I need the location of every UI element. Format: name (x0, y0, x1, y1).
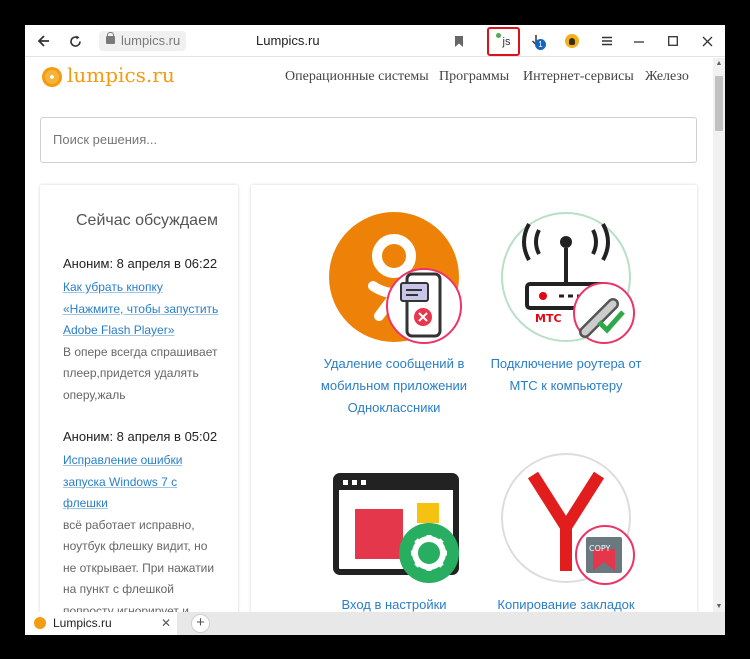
odnoklassniki-phone-icon (329, 212, 462, 344)
mts-label: МТС (535, 312, 562, 325)
comment-article-link[interactable]: Как убрать кнопку «Нажмите, чтобы запуст… (63, 280, 218, 337)
page-title: Lumpics.ru (256, 33, 320, 48)
orange-slice-icon (42, 67, 62, 87)
nav-item-os[interactable]: Операционные системы (285, 69, 429, 85)
close-window-button[interactable] (695, 25, 719, 57)
puzzle-icon (496, 33, 501, 38)
search-input[interactable]: Поиск решения... (40, 117, 697, 163)
reload-button[interactable] (63, 25, 87, 57)
tab-close-icon[interactable]: ✕ (161, 612, 171, 635)
comment-article-link[interactable]: Исправление ошибки запуска Windows 7 с ф… (63, 453, 182, 510)
comment-head: Аноним: 8 апреля в 05:02 (63, 429, 218, 444)
scrollbar-thumb[interactable] (715, 76, 723, 131)
article-caption: Удаление сообщений в мобильном приложени… (320, 356, 468, 415)
article-card[interactable]: Удаление сообщений в мобильном приложени… (304, 212, 484, 419)
address-url: lumpics.ru (121, 33, 181, 48)
yandex-browser-copy-icon: COPY (501, 453, 635, 585)
vertical-scrollbar[interactable]: ▲ ▼ (713, 58, 725, 612)
article-caption: Подключение роутера от МТС к компьютеру (490, 356, 642, 393)
address-bar[interactable]: lumpics.ru (99, 31, 187, 51)
nav-item-internet-services[interactable]: Интернет-сервисы (523, 69, 634, 85)
article-card[interactable]: Вход в настройки (304, 453, 484, 616)
js-extension-label: js (502, 35, 511, 48)
back-button[interactable] (31, 25, 55, 57)
minimize-button[interactable] (627, 25, 651, 57)
owl-extension-icon[interactable] (565, 34, 579, 48)
orange-favicon-icon (34, 617, 46, 629)
back-arrow-icon (37, 35, 49, 47)
site-logo[interactable]: lumpics.ru (67, 63, 175, 87)
bookmark-icon (455, 35, 463, 47)
copy-label: COPY (589, 544, 611, 553)
hamburger-menu-icon (602, 36, 612, 46)
discussion-sidebar: Сейчас обсуждаем Аноним: 8 апреля в 06:2… (40, 185, 238, 635)
nav-item-programs[interactable]: Программы (439, 69, 509, 85)
settings-window-icon (329, 453, 459, 583)
close-icon (702, 36, 712, 46)
maximize-button[interactable] (661, 25, 685, 57)
bookmark-button[interactable] (447, 25, 471, 57)
tab-lumpics[interactable]: Lumpics.ru ✕ (25, 612, 177, 635)
js-extension-button[interactable]: js (487, 27, 520, 56)
browser-window: lumpics.ru Lumpics.ru js 1 lumpics.ru Оп… (25, 25, 725, 635)
maximize-icon (668, 36, 678, 46)
reload-icon (69, 35, 81, 47)
site-header: lumpics.ru Операционные системы Программ… (25, 58, 713, 98)
tab-title: Lumpics.ru (53, 616, 112, 630)
comment-item: Аноним: 8 апреля в 06:22 Как убрать кноп… (63, 256, 223, 406)
comment-text: В опере всегда спрашивает плеер,придется… (63, 344, 218, 402)
mts-router-icon: МТС (501, 212, 635, 344)
comment-item: Аноним: 8 апреля в 05:02 Исправление оши… (63, 429, 223, 635)
article-card[interactable]: МТС Подключение роутера от МТС к компьют… (476, 212, 656, 397)
download-count-badge: 1 (535, 39, 546, 50)
minimize-icon (634, 41, 644, 43)
tab-bar: Lumpics.ru ✕ + (25, 612, 725, 635)
comment-head: Аноним: 8 апреля в 06:22 (63, 256, 218, 271)
browser-toolbar: lumpics.ru Lumpics.ru js 1 (25, 25, 725, 57)
scroll-up-arrow-icon[interactable]: ▲ (713, 60, 725, 67)
scroll-down-arrow-icon[interactable]: ▼ (713, 603, 725, 610)
new-tab-button[interactable]: + (191, 614, 210, 633)
article-card[interactable]: COPY Копирование закладок (476, 453, 656, 616)
sidebar-title: Сейчас обсуждаем (76, 212, 218, 229)
nav-item-hardware[interactable]: Железо (645, 69, 689, 85)
menu-button[interactable] (595, 25, 619, 57)
articles-grid: Удаление сообщений в мобильном приложени… (251, 185, 697, 635)
lock-icon (106, 32, 115, 44)
